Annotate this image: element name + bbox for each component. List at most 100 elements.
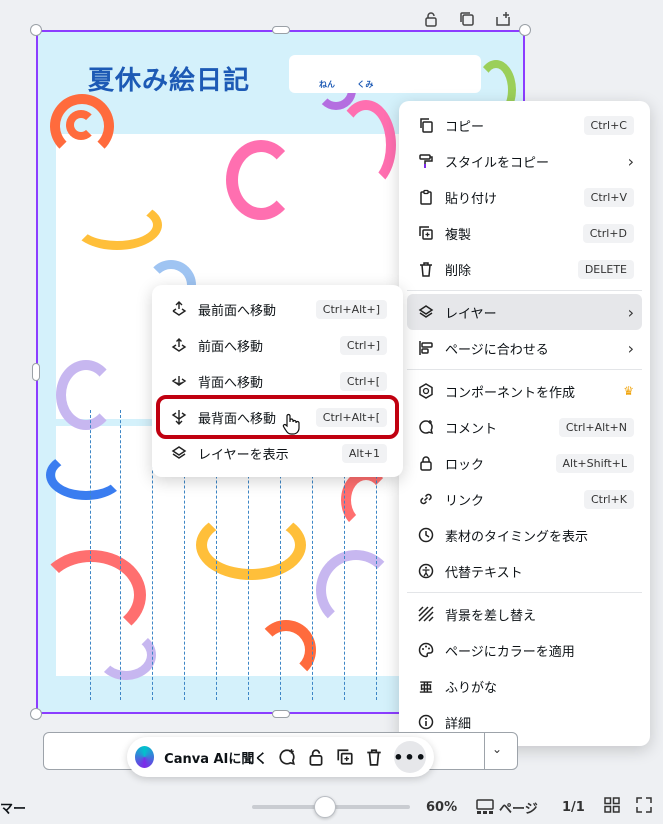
canva-ai-icon[interactable] xyxy=(135,746,155,768)
pages-button[interactable]: ページ xyxy=(476,798,538,817)
send-backward-icon xyxy=(168,370,190,392)
trash-icon[interactable] xyxy=(365,746,384,768)
duplicate-icon[interactable] xyxy=(336,746,355,768)
chevron-down-icon[interactable]: ⌄ xyxy=(492,742,502,756)
trash-icon xyxy=(415,258,437,280)
resize-handle-tr[interactable] xyxy=(519,24,531,36)
confetti-squiggle xyxy=(226,140,296,220)
zoom-slider[interactable] xyxy=(252,796,410,818)
menu-item-replace-background[interactable]: 背景を差し替え xyxy=(407,596,642,632)
more-options-button[interactable]: ••• xyxy=(393,741,427,773)
submenu-bring-to-front[interactable]: 最前面へ移動 Ctrl+Alt+] xyxy=(160,291,395,327)
menu-item-delete[interactable]: 削除 DELETE xyxy=(407,251,642,287)
confetti-squiggle xyxy=(46,450,126,500)
notes-divider xyxy=(484,733,485,769)
name-box: ねん くみ xyxy=(289,55,481,93)
confetti-squiggle xyxy=(316,550,396,630)
pages-icon xyxy=(476,799,494,814)
chevron-right-icon: › xyxy=(627,302,634,322)
add-page-icon[interactable] xyxy=(492,8,514,30)
chevron-right-icon: › xyxy=(627,338,634,358)
bring-to-front-icon xyxy=(168,298,190,320)
submenu-send-to-back[interactable]: 最背面へ移動 Ctrl+Alt+[ xyxy=(156,395,399,439)
link-icon xyxy=(415,488,437,510)
writing-line xyxy=(90,410,91,700)
menu-item-furigana[interactable]: 亜 ふりがな xyxy=(407,668,642,704)
paint-roller-icon xyxy=(415,150,437,172)
notes-label[interactable]: マー xyxy=(0,798,26,817)
resize-handle-left[interactable] xyxy=(32,363,40,381)
menu-item-layer[interactable]: レイヤー › xyxy=(407,294,642,330)
menu-item-copy[interactable]: コピー Ctrl+C xyxy=(407,107,642,143)
confetti-squiggle xyxy=(256,620,316,680)
menu-item-copy-style[interactable]: スタイルをコピー › xyxy=(407,143,642,179)
diary-title: 夏休み絵日記 xyxy=(88,66,251,96)
crown-icon: ♛ xyxy=(623,384,634,398)
page-tools xyxy=(420,8,514,30)
duplicate-icon xyxy=(415,222,437,244)
furigana-icon: 亜 xyxy=(419,680,433,696)
ask-canva-ai-button[interactable]: Canva AIに聞く xyxy=(164,748,267,767)
component-icon xyxy=(415,380,437,402)
confetti-squiggle xyxy=(341,470,391,530)
confetti-squiggle xyxy=(66,110,96,140)
menu-item-alt-text[interactable]: 代替テキスト xyxy=(407,553,642,589)
comment-icon xyxy=(415,416,437,438)
info-icon xyxy=(415,711,437,733)
fullscreen-icon[interactable] xyxy=(636,797,652,817)
menu-item-align-page[interactable]: ページに合わせる › xyxy=(407,330,642,366)
comment-icon[interactable] xyxy=(277,746,296,768)
menu-separator xyxy=(407,290,642,291)
accessibility-icon xyxy=(415,560,437,582)
writing-line xyxy=(120,410,121,700)
page-count: 1/1 xyxy=(562,799,585,815)
confetti-squiggle xyxy=(72,200,162,250)
confetti-squiggle xyxy=(336,100,396,190)
send-to-back-icon xyxy=(168,406,190,428)
menu-separator xyxy=(407,592,642,593)
context-menu: コピー Ctrl+C スタイルをコピー › 貼り付け Ctrl+V 複製 Ctr… xyxy=(399,101,650,746)
duplicate-page-icon[interactable] xyxy=(456,8,478,30)
lock-icon[interactable] xyxy=(420,8,442,30)
confetti-squiggle xyxy=(36,550,146,640)
submenu-bring-forward[interactable]: 前面へ移動 Ctrl+] xyxy=(160,327,395,363)
layers-icon xyxy=(415,301,437,323)
resize-handle-bl[interactable] xyxy=(30,708,42,720)
copy-icon xyxy=(415,114,437,136)
menu-item-create-component[interactable]: コンポーネントを作成 ♛ xyxy=(407,373,642,409)
chevron-right-icon: › xyxy=(627,151,634,171)
floating-toolbar: Canva AIに聞く ••• xyxy=(127,737,434,777)
resize-handle-bottom[interactable] xyxy=(272,710,290,718)
zoom-slider-knob[interactable] xyxy=(314,796,336,818)
pages-label: ページ xyxy=(499,801,538,817)
menu-item-timing[interactable]: 素材のタイミングを表示 xyxy=(407,517,642,553)
class-label: くみ xyxy=(357,80,374,89)
menu-item-apply-color[interactable]: ページにカラーを適用 xyxy=(407,632,642,668)
layer-submenu: 最前面へ移動 Ctrl+Alt+] 前面へ移動 Ctrl+] 背面へ移動 Ctr… xyxy=(152,285,403,477)
confetti-squiggle xyxy=(196,510,306,580)
grade-label: ねん xyxy=(319,80,335,89)
menu-separator xyxy=(407,369,642,370)
menu-item-link[interactable]: リンク Ctrl+K xyxy=(407,481,642,517)
lock-icon[interactable] xyxy=(307,746,326,768)
submenu-show-layers[interactable]: レイヤーを表示 Alt+1 xyxy=(160,435,395,471)
menu-item-comment[interactable]: コメント Ctrl+Alt+N xyxy=(407,409,642,445)
editor-footer: マー 60% ページ 1/1 xyxy=(0,790,663,824)
resize-handle-tl[interactable] xyxy=(30,24,42,36)
menu-item-paste[interactable]: 貼り付け Ctrl+V xyxy=(407,179,642,215)
clipboard-icon xyxy=(415,186,437,208)
confetti-squiggle xyxy=(96,630,156,680)
grid-view-icon[interactable] xyxy=(604,797,620,817)
clock-icon xyxy=(415,524,437,546)
layers-icon xyxy=(168,442,190,464)
palette-icon xyxy=(415,639,437,661)
lock-icon xyxy=(415,452,437,474)
menu-item-lock[interactable]: ロック Alt+Shift+L xyxy=(407,445,642,481)
align-icon xyxy=(415,337,437,359)
hatch-icon xyxy=(415,603,437,625)
confetti-squiggle xyxy=(56,360,116,430)
resize-handle-top[interactable] xyxy=(272,26,290,34)
menu-item-duplicate[interactable]: 複製 Ctrl+D xyxy=(407,215,642,251)
submenu-send-backward[interactable]: 背面へ移動 Ctrl+[ xyxy=(160,363,395,399)
zoom-level[interactable]: 60% xyxy=(426,800,457,815)
